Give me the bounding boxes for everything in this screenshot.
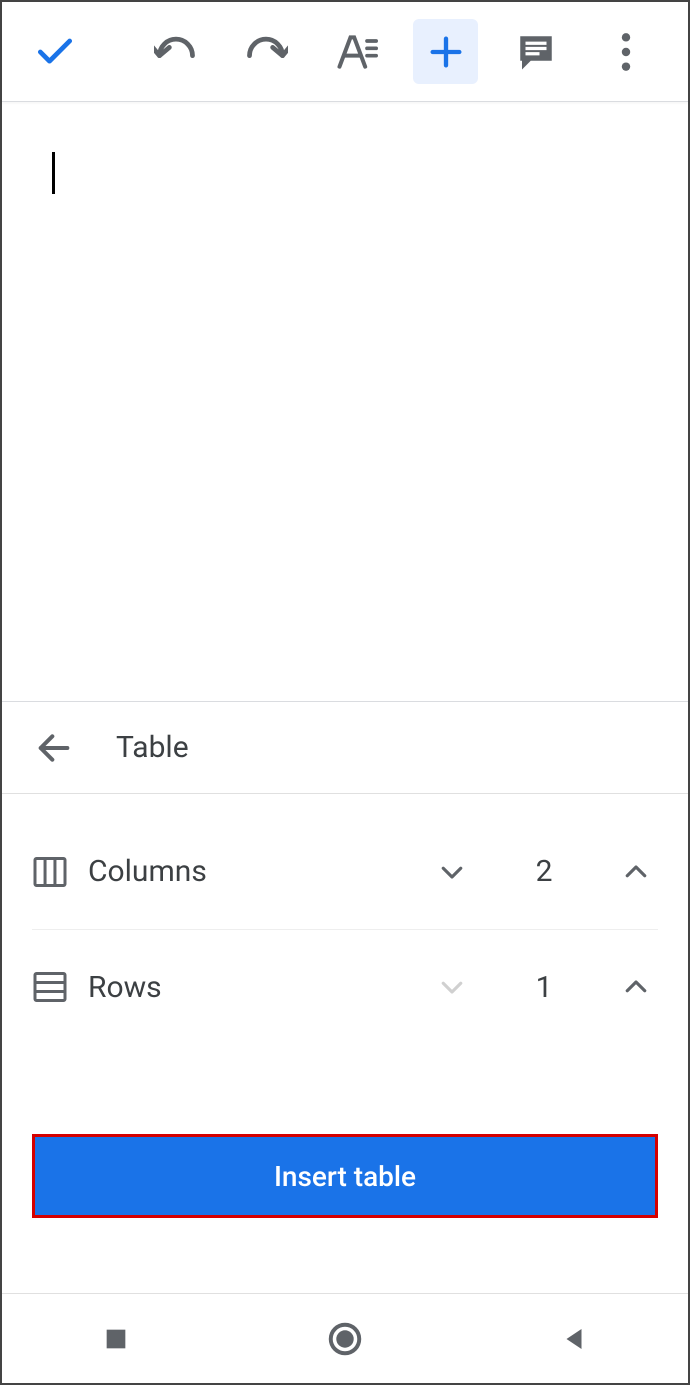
nav-back-button[interactable]: [544, 1309, 604, 1369]
columns-decrease-button[interactable]: [430, 850, 474, 894]
text-format-icon: [334, 30, 378, 74]
arrow-left-icon: [34, 728, 74, 768]
panel-header: Table: [2, 702, 688, 794]
triangle-left-icon: [559, 1324, 589, 1354]
rows-increase-button[interactable]: [614, 965, 658, 1009]
chevron-up-icon: [621, 857, 651, 887]
rows-value: 1: [524, 970, 564, 1005]
toolbar: [2, 2, 688, 102]
insert-table-wrap: Insert table: [2, 1134, 688, 1218]
toolbar-group: [143, 19, 658, 84]
rows-label: Rows: [88, 970, 410, 1005]
rows-stepper: 1: [430, 965, 658, 1009]
insert-table-label: Insert table: [274, 1160, 416, 1193]
app-frame: Table Columns 2: [0, 0, 690, 1385]
comment-icon: [515, 31, 557, 73]
chevron-down-icon: [437, 972, 467, 1002]
nav-home-button[interactable]: [315, 1309, 375, 1369]
nav-recent-button[interactable]: [86, 1309, 146, 1369]
columns-increase-button[interactable]: [614, 850, 658, 894]
undo-button[interactable]: [143, 19, 208, 84]
insert-table-button[interactable]: Insert table: [32, 1134, 658, 1218]
android-navbar: [2, 1293, 688, 1383]
rows-decrease-button[interactable]: [430, 965, 474, 1009]
panel-back-button[interactable]: [32, 726, 76, 770]
columns-icon: [32, 854, 68, 890]
comment-button[interactable]: [503, 19, 568, 84]
table-config: Columns 2 Rows: [2, 794, 688, 1044]
document-canvas[interactable]: [2, 102, 688, 702]
columns-row: Columns 2: [32, 814, 658, 929]
columns-stepper: 2: [430, 850, 658, 894]
redo-button[interactable]: [233, 19, 298, 84]
check-icon: [33, 30, 77, 74]
undo-icon: [154, 35, 198, 69]
panel-title: Table: [116, 730, 189, 765]
circle-icon: [326, 1320, 364, 1358]
columns-value: 2: [524, 854, 564, 889]
rows-row: Rows 1: [32, 929, 658, 1044]
chevron-up-icon: [621, 972, 651, 1002]
more-button[interactable]: [593, 19, 658, 84]
text-cursor: [52, 152, 55, 194]
columns-label: Columns: [88, 854, 410, 889]
chevron-down-icon: [437, 857, 467, 887]
rows-icon: [32, 969, 68, 1005]
square-icon: [102, 1325, 130, 1353]
more-vert-icon: [611, 30, 641, 74]
insert-button[interactable]: [413, 19, 478, 84]
redo-icon: [244, 35, 288, 69]
text-format-button[interactable]: [323, 19, 388, 84]
plus-icon: [426, 32, 466, 72]
done-button[interactable]: [32, 19, 78, 84]
